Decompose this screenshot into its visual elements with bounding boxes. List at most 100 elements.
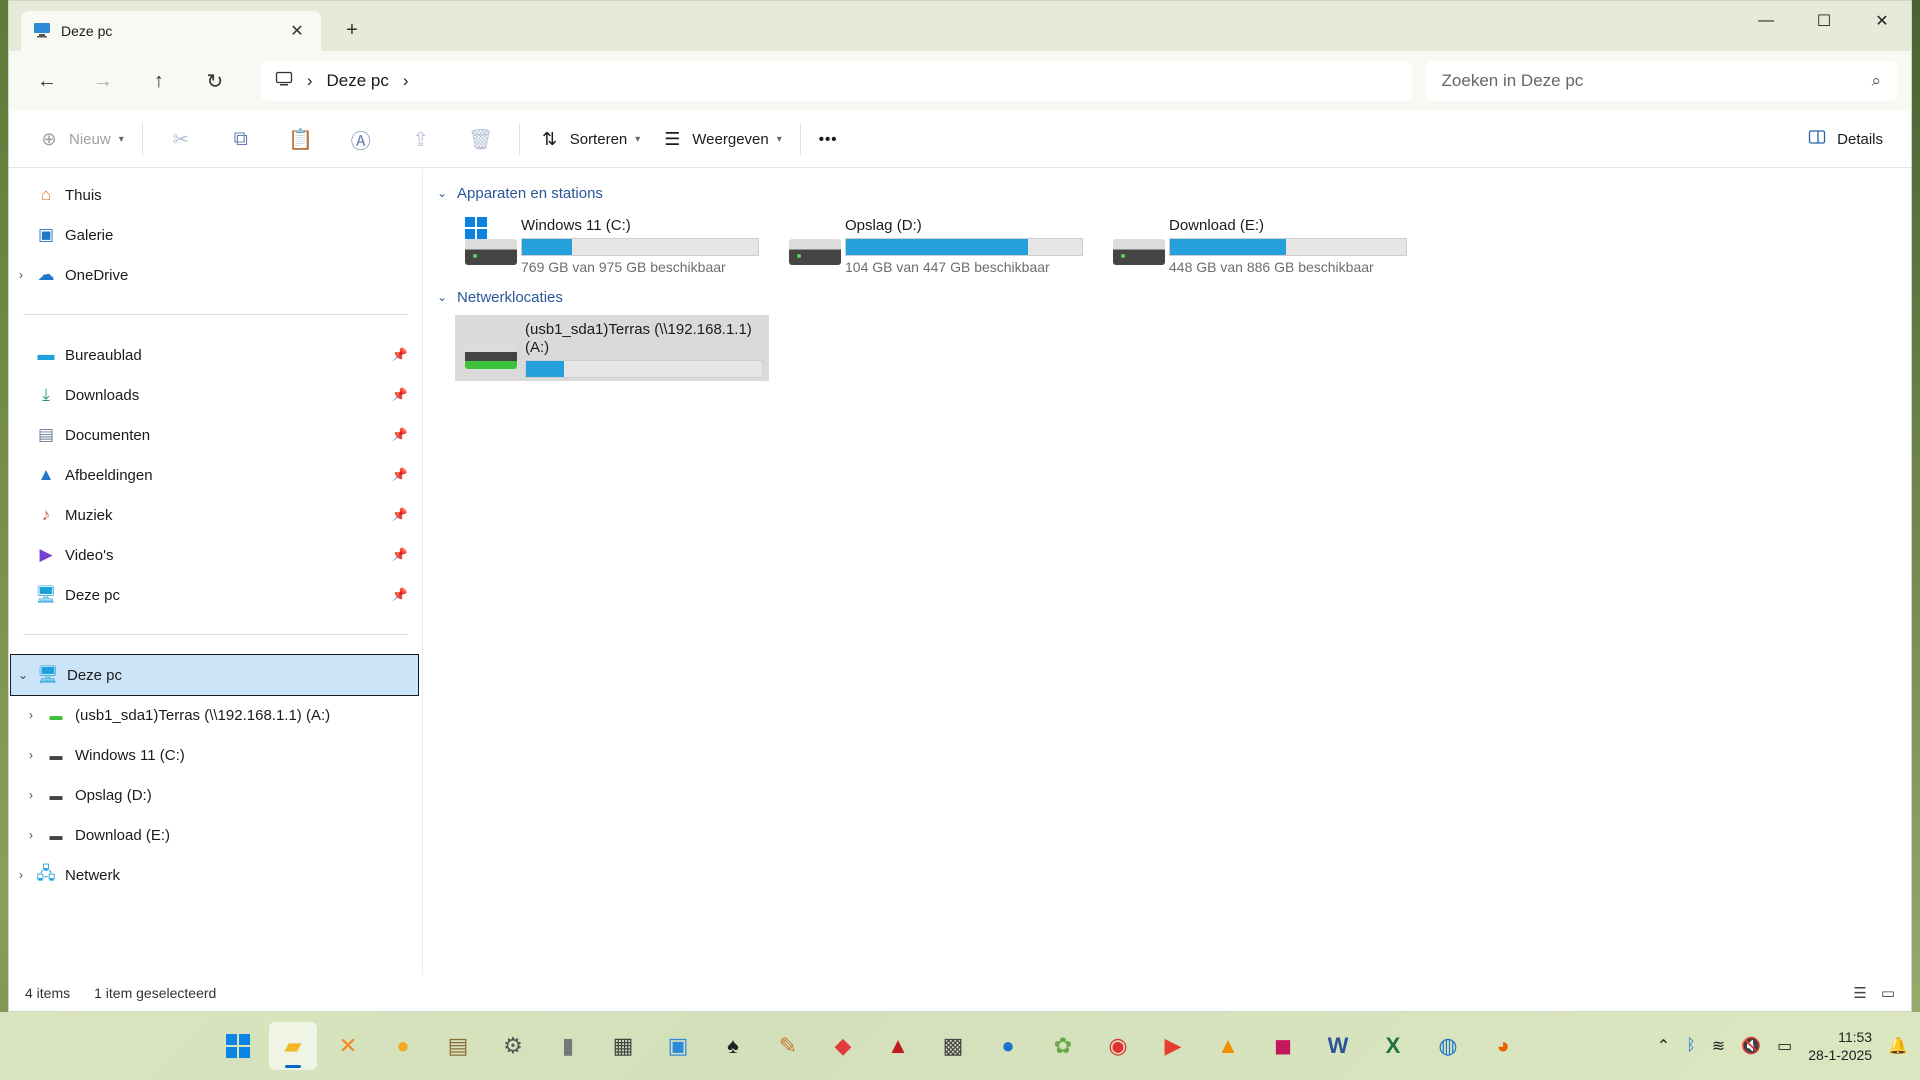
app-icon-7[interactable]: ♠ bbox=[709, 1022, 757, 1070]
clock[interactable]: 11:53 28-1-2025 bbox=[1808, 1028, 1872, 1064]
pdf-icon[interactable]: ▲ bbox=[874, 1022, 922, 1070]
app-icon-15[interactable]: ◍ bbox=[1424, 1022, 1472, 1070]
close-tab-button[interactable]: ✕ bbox=[285, 21, 309, 41]
file-explorer-app[interactable]: ▰ bbox=[269, 1022, 317, 1070]
pin-icon[interactable]: 📌 bbox=[388, 587, 412, 603]
drive-opslag-d[interactable]: Opslag (D:) 104 GB van 447 GB beschikbaa… bbox=[779, 211, 1089, 275]
nav-item-onedrive[interactable]: › ☁ OneDrive bbox=[9, 255, 422, 295]
nav-item-afbeeldingen[interactable]: ▲ Afbeeldingen 📌 bbox=[9, 455, 422, 495]
search-input[interactable] bbox=[1441, 71, 1872, 91]
drive-windows-c[interactable]: Windows 11 (C:) 769 GB van 975 GB beschi… bbox=[455, 211, 765, 275]
word-icon[interactable]: W bbox=[1314, 1022, 1362, 1070]
chevron-down-icon: ▾ bbox=[635, 133, 641, 145]
battery-icon[interactable]: ▭ bbox=[1777, 1036, 1792, 1056]
chevron-right-icon[interactable]: › bbox=[307, 71, 313, 91]
chevron-up-icon[interactable]: ⌃ bbox=[1657, 1036, 1670, 1056]
pin-icon[interactable]: 📌 bbox=[388, 427, 412, 443]
app-icon-13[interactable]: ▶ bbox=[1149, 1022, 1197, 1070]
sort-button[interactable]: ⇅ Sorteren ▾ bbox=[528, 120, 651, 158]
app-icon-10[interactable]: ● bbox=[984, 1022, 1032, 1070]
view-button[interactable]: ☰ Weergeven ▾ bbox=[650, 120, 791, 158]
cut-button[interactable]: ✂ bbox=[151, 120, 211, 158]
back-button[interactable]: ← bbox=[23, 61, 71, 101]
minimize-button[interactable]: — bbox=[1737, 1, 1795, 41]
tree-item-windows-c[interactable]: › ▬ Windows 11 (C:) bbox=[9, 735, 422, 775]
app-icon-5[interactable]: ▮ bbox=[544, 1022, 592, 1070]
chevron-right-icon[interactable]: › bbox=[19, 708, 43, 722]
group-header-network[interactable]: ⌄ Netwerklocaties bbox=[435, 285, 1899, 309]
paint-icon[interactable]: ✎ bbox=[764, 1022, 812, 1070]
tab-deze-pc[interactable]: Deze pc ✕ bbox=[21, 11, 321, 51]
app-icon-3[interactable]: ▤ bbox=[434, 1022, 482, 1070]
nav-item-galerie[interactable]: ▣ Galerie bbox=[9, 215, 422, 255]
pin-icon[interactable]: 📌 bbox=[388, 507, 412, 523]
nav-item-videos[interactable]: ▶ Video's 📌 bbox=[9, 535, 422, 575]
pin-icon[interactable]: 📌 bbox=[388, 387, 412, 403]
app-icon-11[interactable]: ✿ bbox=[1039, 1022, 1087, 1070]
rename-button[interactable]: Ⓐ bbox=[331, 120, 391, 158]
chevron-right-icon[interactable]: › bbox=[19, 828, 43, 842]
firefox-icon[interactable]: ◕ bbox=[1479, 1022, 1527, 1070]
close-window-button[interactable]: ✕ bbox=[1853, 1, 1911, 41]
tree-item-network-drive-a[interactable]: › ▬ (usb1_sda1)Terras (\\192.168.1.1) (A… bbox=[9, 695, 422, 735]
new-button[interactable]: ⊕ Nieuw ▾ bbox=[27, 120, 134, 158]
app-icon-2[interactable]: ● bbox=[379, 1022, 427, 1070]
nav-item-muziek[interactable]: ♪ Muziek 📌 bbox=[9, 495, 422, 535]
app-icon-6[interactable]: ▣ bbox=[654, 1022, 702, 1070]
chevron-right-icon[interactable]: › bbox=[9, 268, 33, 282]
chevron-right-icon[interactable]: › bbox=[403, 71, 409, 91]
calculator-icon[interactable]: ▦ bbox=[599, 1022, 647, 1070]
chevron-right-icon[interactable]: › bbox=[19, 748, 43, 762]
notification-icon[interactable]: 🔔 bbox=[1888, 1036, 1908, 1056]
tree-item-netwerk[interactable]: › 🖧 Netwerk bbox=[9, 855, 422, 895]
pin-icon[interactable]: 📌 bbox=[388, 467, 412, 483]
drive-download-e[interactable]: Download (E:) 448 GB van 886 GB beschikb… bbox=[1103, 211, 1413, 275]
chevron-down-icon: ⌄ bbox=[436, 290, 448, 304]
more-options-button[interactable]: ••• bbox=[809, 120, 848, 158]
tiles-view-icon[interactable]: ▭ bbox=[1881, 984, 1895, 1002]
chevron-right-icon[interactable]: › bbox=[9, 868, 33, 882]
maximize-button[interactable]: ☐ bbox=[1795, 1, 1853, 41]
vlc-icon[interactable]: ▲ bbox=[1204, 1022, 1252, 1070]
tree-item-deze-pc[interactable]: ⌄ 🖥 Deze pc bbox=[10, 654, 419, 696]
breadcrumb-item-deze-pc[interactable]: Deze pc bbox=[326, 71, 388, 91]
share-button[interactable]: ⇪ bbox=[391, 120, 451, 158]
start-button[interactable] bbox=[214, 1022, 262, 1070]
search-icon[interactable]: ⌕ bbox=[1872, 71, 1882, 91]
breadcrumb[interactable]: › Deze pc › bbox=[260, 61, 1412, 101]
new-tab-button[interactable]: + bbox=[339, 19, 365, 42]
app-icon-12[interactable]: ◉ bbox=[1094, 1022, 1142, 1070]
paste-button[interactable]: 📋 bbox=[271, 120, 331, 158]
volume-muted-icon[interactable]: 🔇 bbox=[1741, 1036, 1761, 1056]
pin-icon[interactable]: 📌 bbox=[388, 347, 412, 363]
delete-button[interactable]: 🗑 bbox=[451, 120, 511, 158]
bluetooth-icon[interactable]: ᛒ bbox=[1686, 1037, 1696, 1055]
app-icon-1[interactable]: ✕ bbox=[324, 1022, 372, 1070]
taskbar-apps: ▰ ✕ ● ▤ ⚙ ▮ ▦ ▣ ♠ ✎ ◆ ▲ ▩ ● ✿ ◉ ▶ ▲ ◼ W … bbox=[214, 1022, 1527, 1070]
search-box[interactable]: ⌕ bbox=[1425, 61, 1898, 101]
app-icon-8[interactable]: ◆ bbox=[819, 1022, 867, 1070]
nav-item-downloads[interactable]: ⤓ Downloads 📌 bbox=[9, 375, 422, 415]
tree-item-opslag-d[interactable]: › ▬ Opslag (D:) bbox=[9, 775, 422, 815]
tree-item-download-e[interactable]: › ▬ Download (E:) bbox=[9, 815, 422, 855]
details-view-icon[interactable]: ☰ bbox=[1853, 984, 1866, 1002]
nav-item-documenten[interactable]: ▤ Documenten 📌 bbox=[9, 415, 422, 455]
nav-item-thuis[interactable]: ⌂ Thuis bbox=[9, 175, 422, 215]
up-button[interactable]: ↑ bbox=[135, 61, 183, 101]
wifi-icon[interactable]: ≋ bbox=[1712, 1036, 1725, 1056]
app-icon-4[interactable]: ⚙ bbox=[489, 1022, 537, 1070]
app-icon-14[interactable]: ◼ bbox=[1259, 1022, 1307, 1070]
excel-icon[interactable]: X bbox=[1369, 1022, 1417, 1070]
pin-icon[interactable]: 📌 bbox=[388, 547, 412, 563]
nav-item-deze-pc-pinned[interactable]: 🖥 Deze pc 📌 bbox=[9, 575, 422, 615]
app-icon-9[interactable]: ▩ bbox=[929, 1022, 977, 1070]
network-drive-a[interactable]: (usb1_sda1)Terras (\\192.168.1.1) (A:) bbox=[455, 315, 769, 381]
copy-button[interactable]: ⧉ bbox=[211, 120, 271, 158]
group-header-devices[interactable]: ⌄ Apparaten en stations bbox=[435, 181, 1899, 205]
chevron-right-icon[interactable]: › bbox=[19, 788, 43, 802]
nav-item-bureaublad[interactable]: ▬ Bureaublad 📌 bbox=[9, 335, 422, 375]
forward-button[interactable]: → bbox=[79, 61, 127, 101]
details-pane-button[interactable]: Details bbox=[1795, 120, 1893, 158]
refresh-button[interactable]: ↻ bbox=[191, 61, 239, 101]
chevron-down-icon[interactable]: ⌄ bbox=[11, 668, 35, 682]
